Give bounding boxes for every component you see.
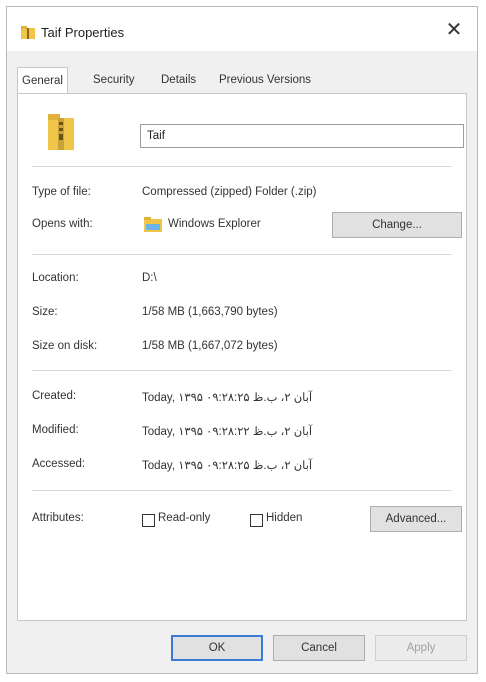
tab-details[interactable]: Details [157, 69, 200, 91]
tab-previous-versions[interactable]: Previous Versions [215, 69, 315, 91]
divider [32, 490, 452, 491]
readonly-checkbox[interactable] [142, 514, 155, 527]
type-of-file-label: Type of file: [32, 186, 91, 198]
divider [32, 166, 452, 167]
attributes-label: Attributes: [32, 512, 84, 524]
cancel-button[interactable]: Cancel [273, 635, 365, 661]
divider [32, 370, 452, 371]
size-label: Size: [32, 306, 58, 318]
created-label: Created: [32, 390, 77, 402]
accessed-label: Accessed: [32, 458, 86, 470]
zip-folder-icon [48, 114, 74, 150]
zip-folder-icon [21, 26, 35, 39]
modified-label: Modified: [32, 424, 79, 436]
modified-value: Today, ۱۳۹۵ آبان ۲، ب.ظ ۰۹:۲۸:۲۲ [142, 426, 313, 438]
title-bar: Taif Properties ✕ [7, 7, 477, 51]
readonly-label: Read-only [158, 512, 211, 524]
close-button[interactable]: ✕ [441, 17, 467, 43]
general-panel: Type of file: Compressed (zipped) Folder… [17, 93, 467, 621]
divider [32, 254, 452, 255]
opens-with-value: Windows Explorer [168, 218, 261, 230]
type-of-file-value: Compressed (zipped) Folder (.zip) [142, 186, 317, 198]
size-value: 1/58 MB (1,663,790 bytes) [142, 306, 278, 318]
window-title: Taif Properties [41, 25, 125, 40]
opens-with-label: Opens with: [32, 218, 93, 230]
location-value: D:\ [142, 272, 157, 284]
explorer-folder-icon [144, 217, 162, 232]
size-on-disk-label: Size on disk: [32, 340, 98, 352]
hidden-label: Hidden [266, 512, 303, 524]
size-on-disk-value: 1/58 MB (1,667,072 bytes) [142, 340, 278, 352]
accessed-value: Today, ۱۳۹۵ آبان ۲، ب.ظ ۰۹:۲۸:۲۵ [142, 460, 313, 472]
advanced-button[interactable]: Advanced... [370, 506, 462, 532]
ok-button[interactable]: OK [171, 635, 263, 661]
name-field[interactable] [140, 124, 464, 148]
properties-dialog: Taif Properties ✕ General Security Detai… [6, 6, 478, 674]
change-button[interactable]: Change... [332, 212, 462, 238]
tab-security[interactable]: Security [89, 69, 139, 91]
hidden-checkbox[interactable] [250, 514, 263, 527]
location-label: Location: [32, 272, 79, 284]
tab-general[interactable]: General [17, 67, 68, 94]
close-icon: ✕ [445, 19, 463, 41]
created-value: Today, ۱۳۹۵ آبان ۲، ب.ظ ۰۹:۲۸:۲۵ [142, 392, 313, 404]
apply-button[interactable]: Apply [375, 635, 467, 661]
